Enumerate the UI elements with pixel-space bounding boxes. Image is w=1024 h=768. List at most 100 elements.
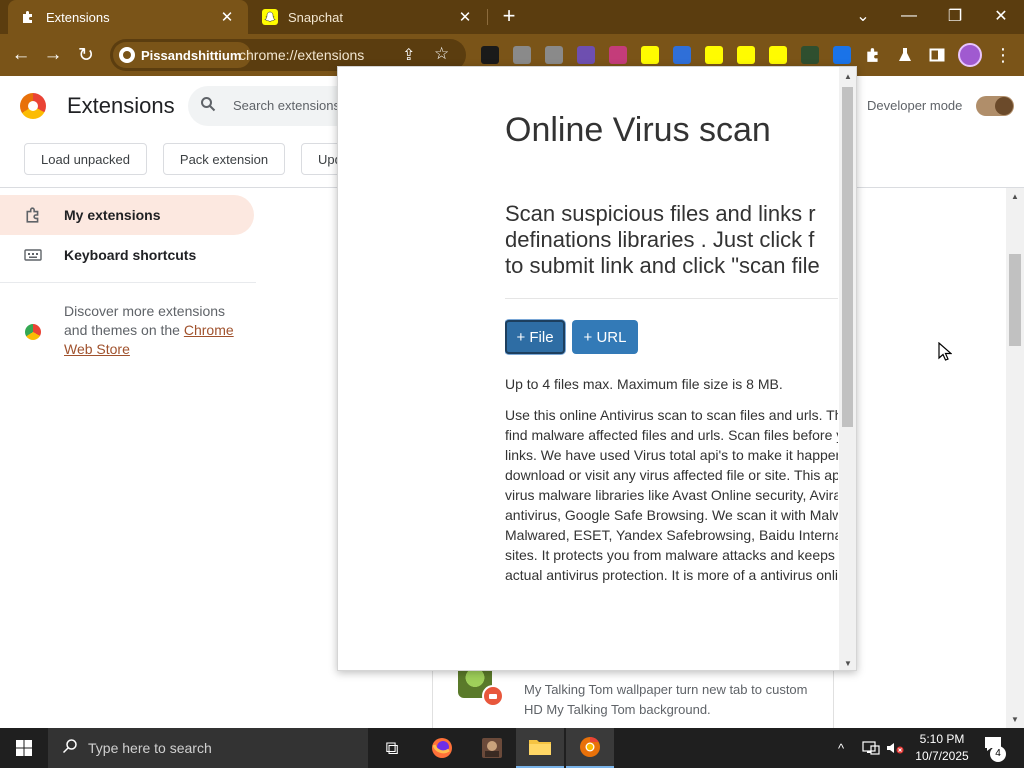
forward-button[interactable]: → <box>40 42 66 68</box>
start-button[interactable] <box>0 728 48 768</box>
puzzle-outline-icon <box>24 206 42 224</box>
menu-icon[interactable]: ⋮ <box>994 43 1012 67</box>
record-badge-icon <box>482 685 504 707</box>
sidebar-item-label: My extensions <box>64 207 161 223</box>
chrome-icon[interactable] <box>566 728 614 768</box>
extensions-logo-icon <box>20 93 46 119</box>
popup-scrollbar[interactable]: ▲ ▼ <box>839 67 856 670</box>
page-title: Extensions <box>67 93 175 118</box>
puzzle-icon <box>20 9 36 25</box>
chrome-web-store-icon <box>25 324 41 340</box>
scroll-down-icon[interactable]: ▼ <box>844 659 852 668</box>
photo-app-icon[interactable] <box>468 728 516 768</box>
scroll-up-icon[interactable]: ▲ <box>1011 192 1019 201</box>
profile-chip[interactable]: Pissandshittium <box>113 42 252 68</box>
file-explorer-icon[interactable] <box>516 728 564 768</box>
tab-snapchat[interactable]: Snapchat ✕ <box>250 0 486 34</box>
task-view-icon[interactable]: ⧉ <box>368 728 416 768</box>
tab-search-button[interactable]: ⌄ <box>840 0 886 32</box>
sidebar-item-keyboard-shortcuts[interactable]: Keyboard shortcuts <box>0 235 254 275</box>
body-line: links. We have used Virus total api's to… <box>505 447 838 463</box>
sidebar: My extensions Keyboard shortcuts Discove… <box>0 188 256 728</box>
extension-icon-8[interactable] <box>705 46 723 64</box>
extension-icon-3[interactable] <box>545 46 563 64</box>
body-line: Use this online Antivirus scan to scan f… <box>505 407 838 423</box>
sidebar-item-my-extensions[interactable]: My extensions <box>0 195 254 235</box>
title-bar: Extensions ✕ Snapchat ✕ + ⌄ — ❐ ✕ <box>0 0 1024 34</box>
minimize-button[interactable]: — <box>886 0 932 32</box>
scroll-down-icon[interactable]: ▼ <box>1011 715 1019 724</box>
file-limit-text: Up to 4 files max. Maximum file size is … <box>505 376 783 392</box>
close-window-button[interactable]: ✕ <box>978 0 1024 32</box>
clock-time: 5:10 PM <box>919 732 965 746</box>
extension-icon-5[interactable] <box>609 46 627 64</box>
system-clock[interactable]: 5:10 PM 10/7/2025 <box>912 731 972 765</box>
notification-count-badge: 4 <box>990 746 1006 762</box>
clock-date: 10/7/2025 <box>915 749 969 763</box>
search-icon <box>200 96 218 114</box>
lead-line: to submit link and click "scan file <box>505 253 820 278</box>
lead-line: Scan suspicious files and links r <box>505 201 816 226</box>
profile-avatar[interactable] <box>958 43 982 67</box>
sidebar-item-label: Keyboard shortcuts <box>64 247 197 263</box>
share-icon[interactable]: ⇪ <box>402 45 415 65</box>
volume-muted-icon[interactable] <box>886 728 904 768</box>
bookmark-star-icon[interactable]: ☆ <box>434 44 449 64</box>
add-file-button[interactable]: + File <box>505 320 565 354</box>
back-button[interactable]: ← <box>8 42 34 68</box>
tab-extensions[interactable]: Extensions ✕ <box>8 0 248 34</box>
add-url-button[interactable]: + URL <box>572 320 638 354</box>
load-unpacked-button[interactable]: Load unpacked <box>24 143 147 175</box>
reload-button[interactable]: ↻ <box>73 42 99 68</box>
scroll-up-icon[interactable]: ▲ <box>844 72 852 81</box>
search-icon <box>62 738 78 759</box>
extension-icon-9[interactable] <box>737 46 755 64</box>
extension-icon-7[interactable] <box>673 46 691 64</box>
extension-description: My Talking Tom wallpaper turn new tab to… <box>524 682 808 717</box>
body-line: sites. It protects you from malware atta… <box>505 547 835 563</box>
tab-separator <box>487 9 488 25</box>
extension-icon-10[interactable] <box>769 46 787 64</box>
firefox-icon[interactable] <box>418 728 466 768</box>
popup-title: Online Virus scan <box>505 111 771 149</box>
mouse-cursor-icon <box>938 342 952 361</box>
search-input[interactable]: Search extensions <box>233 98 340 113</box>
maximize-button[interactable]: ❐ <box>932 0 978 32</box>
tray-overflow-icon[interactable]: ^ <box>838 728 844 768</box>
extension-icon-11[interactable] <box>801 46 819 64</box>
flask-icon[interactable] <box>894 44 916 66</box>
popup-divider <box>505 298 838 299</box>
taskbar-search[interactable]: Type here to search <box>48 728 368 768</box>
body-line: Malwared, ESET, Yandex Safebrowsing, Bai… <box>505 527 838 543</box>
developer-mode-label: Developer mode <box>867 98 963 113</box>
side-panel-icon[interactable] <box>926 44 948 66</box>
scrollbar-thumb[interactable] <box>1009 254 1021 346</box>
close-tab-icon[interactable]: ✕ <box>218 8 236 26</box>
url-text[interactable]: chrome://extensions <box>239 47 364 63</box>
extension-icon-12[interactable] <box>833 46 851 64</box>
body-line: virus malware libraries like Avast Onlin… <box>505 487 838 503</box>
extension-icon-6[interactable] <box>641 46 659 64</box>
discover-text: Discover more extensions and themes on t… <box>64 302 244 359</box>
extension-icon-2[interactable] <box>513 46 531 64</box>
developer-mode-toggle[interactable] <box>976 96 1014 116</box>
body-line: find malware affected files and urls. Sc… <box>505 427 838 443</box>
sidebar-divider <box>0 282 256 283</box>
taskbar-search-input[interactable]: Type here to search <box>88 740 212 756</box>
snapchat-icon <box>262 9 278 25</box>
tab-title: Extensions <box>46 9 110 25</box>
extensions-puzzle-icon[interactable] <box>862 44 884 66</box>
new-tab-button[interactable]: + <box>498 5 520 27</box>
pack-extension-button[interactable]: Pack extension <box>163 143 285 175</box>
extension-icon-1[interactable] <box>481 46 499 64</box>
profile-chip-label: Pissandshittium <box>141 47 242 63</box>
page-scrollbar[interactable]: ▲ ▼ <box>1006 188 1024 728</box>
windows-logo-icon <box>16 740 32 756</box>
body-line: antivirus, Google Safe Browsing. We scan… <box>505 507 838 523</box>
popup-scrollbar-thumb[interactable] <box>842 87 853 427</box>
tab-title: Snapchat <box>288 9 343 25</box>
close-tab-icon[interactable]: ✕ <box>456 8 474 26</box>
network-icon[interactable] <box>862 728 880 768</box>
extension-icon-4[interactable] <box>577 46 595 64</box>
chrome-icon <box>119 47 135 63</box>
